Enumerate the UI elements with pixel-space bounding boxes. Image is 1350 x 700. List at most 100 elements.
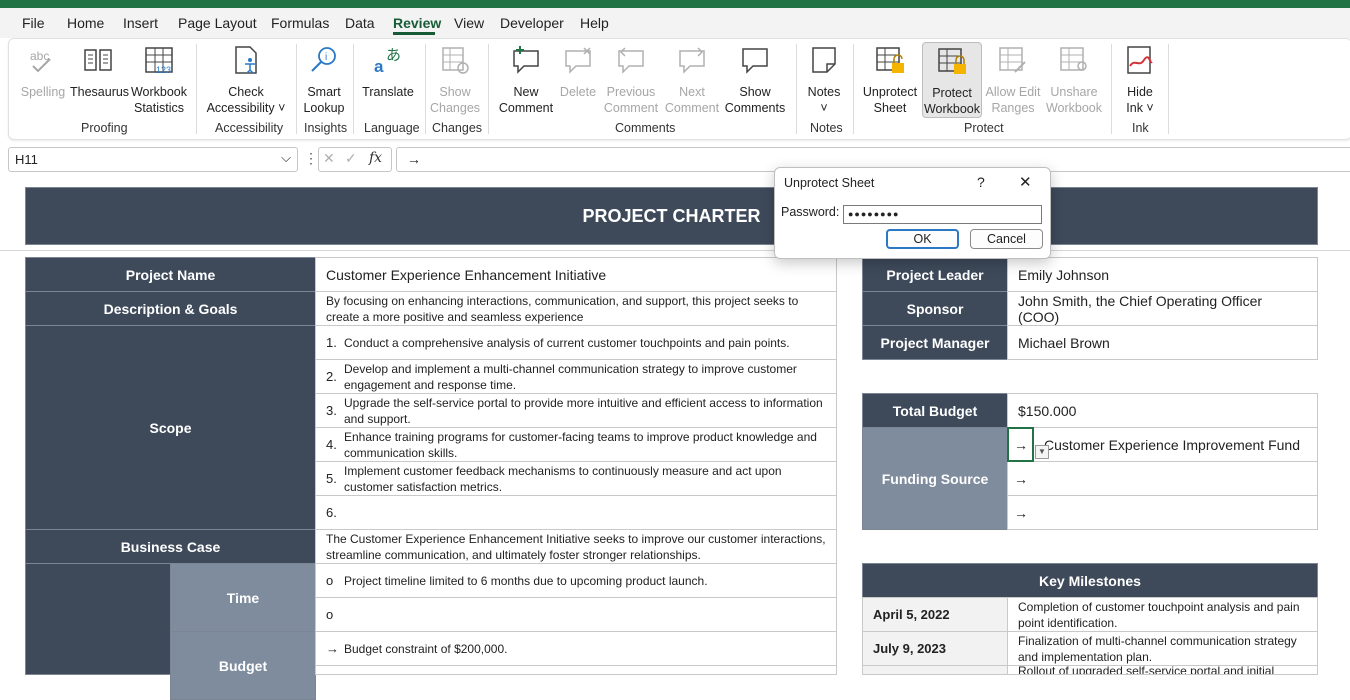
translate-icon: aあ xyxy=(374,46,401,76)
previous-comment-button[interactable]: Previous Comment xyxy=(600,44,662,116)
menu-home[interactable]: Home xyxy=(67,15,104,31)
sponsor-value[interactable]: John Smith, the Chief Operating Officer … xyxy=(1007,291,1318,326)
menu-developer[interactable]: Developer xyxy=(500,15,564,31)
thesaurus-button[interactable]: Thesaurus xyxy=(70,44,129,116)
password-input[interactable]: ●●●●●●●● xyxy=(843,205,1042,224)
funding-source-label: Funding Source xyxy=(862,427,1008,530)
group-separator xyxy=(488,44,489,134)
confirm-formula-icon[interactable]: ✓ xyxy=(345,150,357,167)
smart-lookup-icon: i xyxy=(311,47,336,72)
svg-text:あ: あ xyxy=(386,46,401,64)
help-icon[interactable]: ? xyxy=(977,174,985,190)
delete-comment-icon xyxy=(565,47,591,74)
menu-help[interactable]: Help xyxy=(580,15,609,31)
show-changes-button[interactable]: Show Changes xyxy=(430,44,480,116)
funding-source-item[interactable]: → Customer Experience Improvement Fund xyxy=(1007,427,1318,462)
group-label-comments: Comments xyxy=(615,121,676,135)
svg-text:i: i xyxy=(325,52,327,63)
business-case-value[interactable]: The Customer Experience Enhancement Init… xyxy=(315,529,837,564)
milestones-header: Key Milestones xyxy=(862,563,1318,598)
unshare-workbook-button[interactable]: Unshare Workbook xyxy=(1044,44,1104,116)
thesaurus-icon xyxy=(84,49,112,71)
time-item[interactable]: o xyxy=(315,597,837,632)
sheet-title: PROJECT CHARTER xyxy=(25,187,1318,245)
previous-comment-icon xyxy=(618,47,644,74)
group-label-notes: Notes xyxy=(810,121,843,135)
ok-button[interactable]: OK xyxy=(886,229,959,249)
protect-workbook-icon xyxy=(938,48,966,74)
cancel-button[interactable]: Cancel xyxy=(970,229,1043,249)
menu-review[interactable]: Review xyxy=(393,15,441,31)
business-case-label: Business Case xyxy=(25,529,316,564)
menu-page-layout[interactable]: Page Layout xyxy=(178,15,257,31)
unshare-workbook-icon xyxy=(1060,47,1087,71)
scope-item[interactable]: 6. xyxy=(315,495,837,530)
scope-item[interactable]: 1. Conduct a comprehensive analysis of cu… xyxy=(315,325,837,360)
group-separator xyxy=(196,44,197,134)
allow-edit-ranges-button[interactable]: Allow Edit Ranges xyxy=(982,44,1044,116)
milestone-date[interactable] xyxy=(862,665,1008,675)
menu-formulas[interactable]: Formulas xyxy=(271,15,329,31)
insert-function-icon[interactable]: fx xyxy=(369,150,382,166)
time-item[interactable]: o Project timeline limited to 6 months du… xyxy=(315,563,837,598)
workbook-statistics-button[interactable]: 123 Workbook Statistics xyxy=(128,44,190,116)
show-comments-icon xyxy=(742,48,768,74)
paste-options-icon[interactable]: ▼ xyxy=(1035,445,1049,459)
unprotect-sheet-button[interactable]: Unprotect Sheet xyxy=(860,44,920,116)
milestone-description[interactable]: Completion of customer touchpoint analys… xyxy=(1007,597,1318,632)
hide-ink-icon xyxy=(1127,46,1153,74)
close-icon[interactable]: ✕ xyxy=(1019,173,1032,191)
total-budget-value[interactable]: $150.000 xyxy=(1007,393,1318,428)
chevron-down-icon[interactable]: ⌵ xyxy=(281,150,291,166)
notes-button[interactable]: Notes ˅ xyxy=(802,44,846,116)
menu-file[interactable]: File xyxy=(22,15,45,31)
milestone-date[interactable]: July 9, 2023 xyxy=(862,631,1008,666)
new-comment-button[interactable]: New Comment xyxy=(496,44,556,116)
cancel-formula-icon[interactable]: ✕ xyxy=(323,150,335,167)
total-budget-label: Total Budget xyxy=(862,393,1008,428)
more-options-icon[interactable]: ⋮ xyxy=(304,150,318,167)
milestone-date[interactable]: April 5, 2022 xyxy=(862,597,1008,632)
next-comment-button[interactable]: Next Comment xyxy=(664,44,720,116)
name-box[interactable]: H11 ⌵ xyxy=(8,147,298,172)
scope-item[interactable]: 4. Enhance training programs for customer… xyxy=(315,427,837,462)
group-label-proofing: Proofing xyxy=(81,121,128,135)
project-name-label: Project Name xyxy=(25,257,316,292)
project-manager-value[interactable]: Michael Brown xyxy=(1007,325,1318,360)
svg-text:123: 123 xyxy=(156,65,171,75)
budget-item[interactable] xyxy=(315,665,837,675)
spelling-button[interactable]: abc Spelling xyxy=(18,44,68,116)
menu-data[interactable]: Data xyxy=(345,15,375,31)
sponsor-label: Sponsor xyxy=(862,291,1008,326)
accessibility-icon xyxy=(235,46,257,74)
translate-button[interactable]: aあ Translate xyxy=(360,44,416,116)
allow-edit-ranges-icon xyxy=(999,47,1026,73)
funding-source-item[interactable]: → xyxy=(1007,495,1318,530)
project-name-value[interactable]: Customer Experience Enhancement Initiati… xyxy=(315,257,837,292)
active-cell-selection[interactable] xyxy=(1007,427,1034,462)
smart-lookup-button[interactable]: i Smart Lookup xyxy=(302,44,346,116)
description-value[interactable]: By focusing on enhancing interactions, c… xyxy=(315,291,837,326)
app-title-bar xyxy=(0,0,1350,8)
protect-workbook-button[interactable]: Protect Workbook xyxy=(922,42,982,118)
hide-ink-button[interactable]: Hide Ink ˅ xyxy=(1118,44,1162,116)
delete-comment-button[interactable]: Delete xyxy=(556,44,600,116)
menu-insert[interactable]: Insert xyxy=(123,15,158,31)
scope-item[interactable]: 3. Upgrade the self-service portal to pro… xyxy=(315,393,837,428)
funding-source-item[interactable]: → xyxy=(1007,461,1318,496)
menu-view[interactable]: View xyxy=(454,15,484,31)
milestone-description[interactable]: Rollout of upgraded self-service portal … xyxy=(1007,665,1318,675)
project-leader-value[interactable]: Emily Johnson xyxy=(1007,257,1318,292)
group-separator xyxy=(353,44,354,134)
menu-bar: File Home Insert Page Layout Formulas Da… xyxy=(0,8,1350,38)
check-accessibility-button[interactable]: Check Accessibility ˅ xyxy=(203,44,289,116)
budget-item[interactable]: → Budget constraint of $200,000. xyxy=(315,631,837,666)
project-manager-label: Project Manager xyxy=(862,325,1008,360)
scope-item[interactable]: 2. Develop and implement a multi-channel … xyxy=(315,359,837,394)
show-comments-button[interactable]: Show Comments xyxy=(722,44,788,116)
svg-text:abc: abc xyxy=(30,49,49,63)
group-separator xyxy=(853,44,854,134)
active-tab-indicator xyxy=(393,32,435,35)
milestone-description[interactable]: Finalization of multi-channel communicat… xyxy=(1007,631,1318,666)
scope-item[interactable]: 5. Implement customer feedback mechanisms… xyxy=(315,461,837,496)
